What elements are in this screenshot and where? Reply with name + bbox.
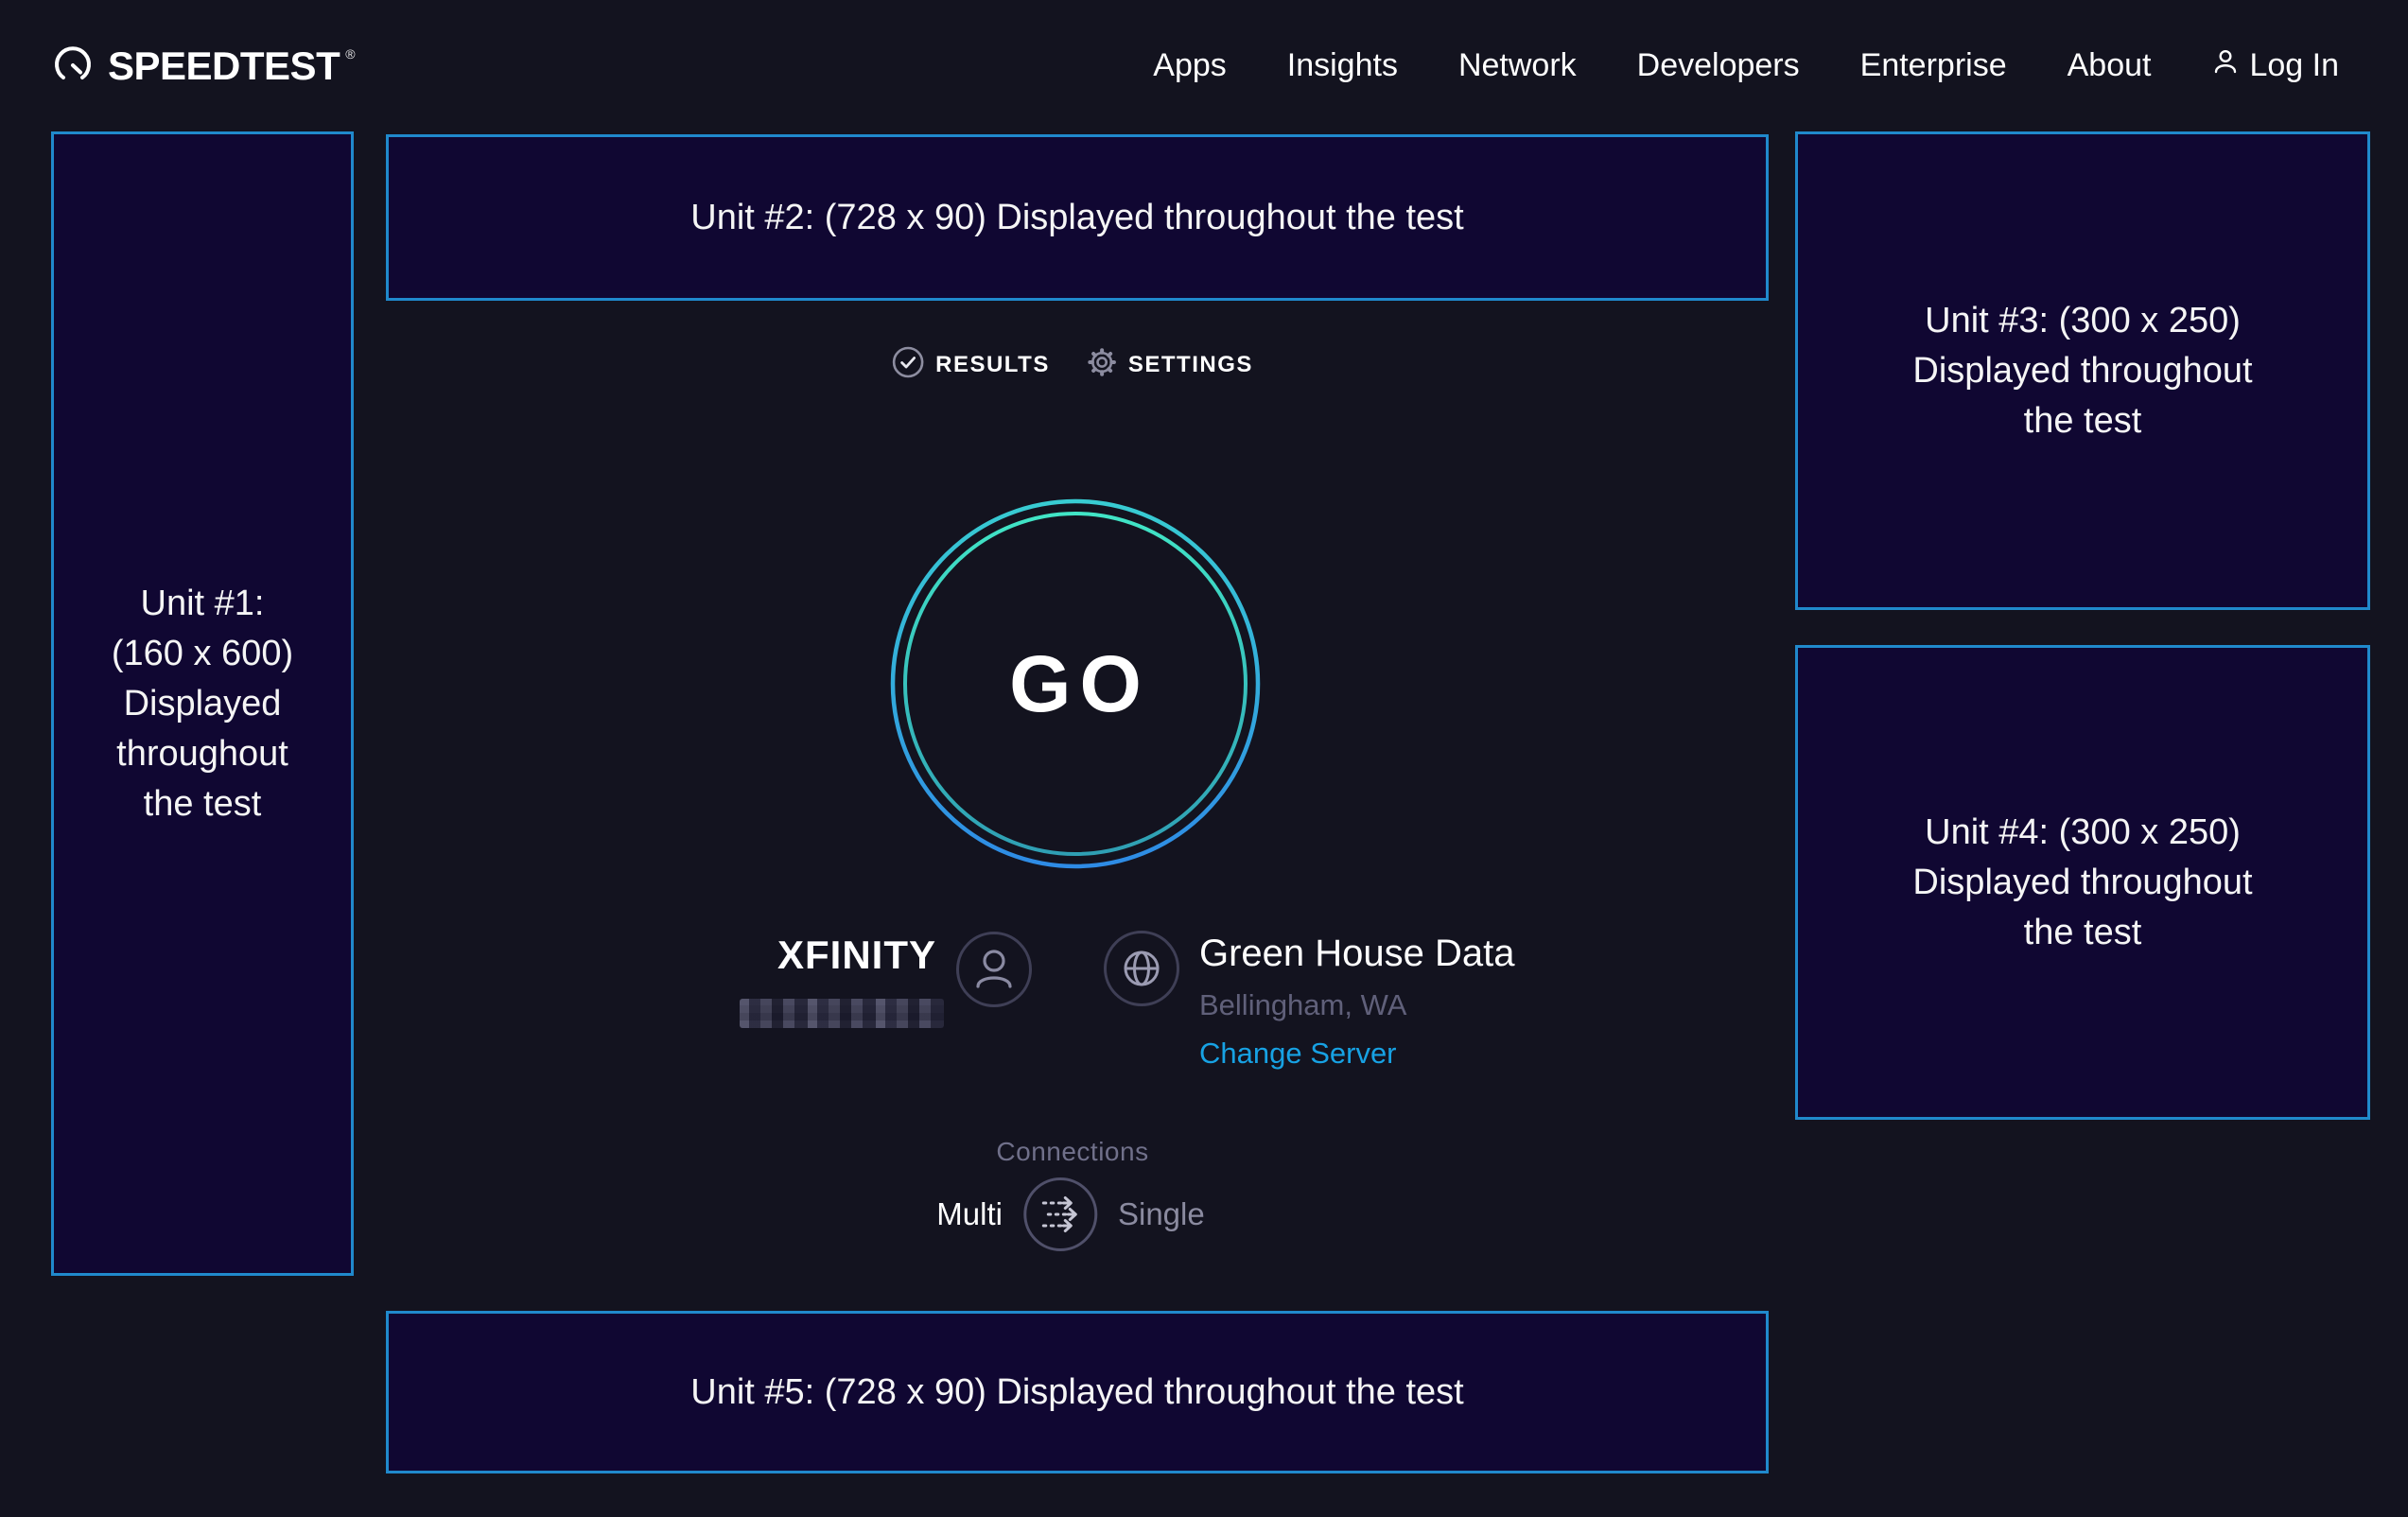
server-name: Green House Data	[1199, 933, 1515, 973]
tab-settings-label: SETTINGS	[1128, 352, 1253, 378]
login-label: Log In	[2249, 47, 2339, 84]
ad-text-line: Unit #2: (728 x 90) Displayed throughout…	[690, 193, 1463, 243]
ad-text-line: Unit #4: (300 x 250)	[1925, 808, 2241, 858]
gear-icon	[1087, 347, 1117, 382]
connections-multi-option[interactable]: Multi	[936, 1196, 1003, 1232]
ad-text-line: Unit #1:	[141, 579, 265, 629]
tab-results-label: RESULTS	[935, 352, 1050, 378]
ad-unit-1-160x600[interactable]: Unit #1: (160 x 600) Displayed throughou…	[51, 131, 354, 1276]
tab-settings[interactable]: SETTINGS	[1087, 347, 1253, 382]
multi-arrow-right-icon	[1027, 1181, 1093, 1247]
connections-single-option[interactable]: Single	[1118, 1196, 1205, 1232]
server-info: Green House Data Bellingham, WA Change S…	[1199, 933, 1515, 1071]
connections-toggle-button[interactable]	[1023, 1177, 1097, 1251]
tab-results[interactable]: RESULTS	[892, 346, 1050, 383]
ad-text-line: (160 x 600)	[112, 629, 293, 679]
server-location: Bellingham, WA	[1199, 988, 1515, 1022]
ad-text-line: throughout	[116, 729, 288, 779]
view-tabs: RESULTS SETTINGS	[892, 346, 1253, 383]
ad-unit-4-300x250[interactable]: Unit #4: (300 x 250) Displayed throughou…	[1795, 645, 2370, 1120]
ad-text-line: the test	[144, 779, 262, 829]
isp-person-icon	[956, 932, 1032, 1007]
login-button[interactable]: Log In	[2211, 47, 2339, 84]
ad-text-line: Unit #5: (728 x 90) Displayed throughout…	[690, 1368, 1463, 1418]
connections-toggle-row: Multi Single	[936, 1177, 1204, 1251]
nav-item-enterprise[interactable]: Enterprise	[1860, 47, 2007, 84]
server-globe-icon	[1104, 931, 1179, 1006]
ad-text-line: the test	[2024, 396, 2142, 446]
ad-text-line: the test	[2024, 908, 2142, 958]
ad-unit-5-728x90[interactable]: Unit #5: (728 x 90) Displayed throughout…	[386, 1311, 1769, 1473]
trademark-symbol: ®	[345, 46, 355, 61]
check-circle-icon	[892, 346, 924, 383]
connections-label: Connections	[996, 1137, 1148, 1167]
change-server-link[interactable]: Change Server	[1199, 1037, 1515, 1071]
speedtest-logo[interactable]: SPEEDTEST ®	[52, 43, 356, 89]
ip-address-redacted	[740, 999, 944, 1028]
nav-item-developers[interactable]: Developers	[1637, 47, 1800, 84]
ad-text-line: Displayed throughout	[1912, 858, 2252, 908]
ad-text-line: Displayed	[124, 679, 282, 729]
nav-item-network[interactable]: Network	[1458, 47, 1577, 84]
isp-name: XFINITY	[662, 935, 936, 975]
ad-text-line: Unit #3: (300 x 250)	[1925, 296, 2241, 346]
nav-item-apps[interactable]: Apps	[1153, 47, 1227, 84]
go-button[interactable]: GO	[890, 498, 1261, 869]
go-button-label: GO	[890, 498, 1261, 869]
logo-text: SPEEDTEST	[108, 44, 340, 89]
nav-item-about[interactable]: About	[2068, 47, 2152, 84]
ad-text-line: Displayed throughout	[1912, 346, 2252, 396]
nav-item-insights[interactable]: Insights	[1287, 47, 1398, 84]
ad-unit-3-300x250[interactable]: Unit #3: (300 x 250) Displayed throughou…	[1795, 131, 2370, 610]
top-nav: Apps Insights Network Developers Enterpr…	[1153, 0, 2339, 131]
person-icon	[2211, 47, 2240, 84]
speedometer-gauge-icon	[52, 43, 94, 89]
ad-unit-2-728x90[interactable]: Unit #2: (728 x 90) Displayed throughout…	[386, 134, 1769, 301]
